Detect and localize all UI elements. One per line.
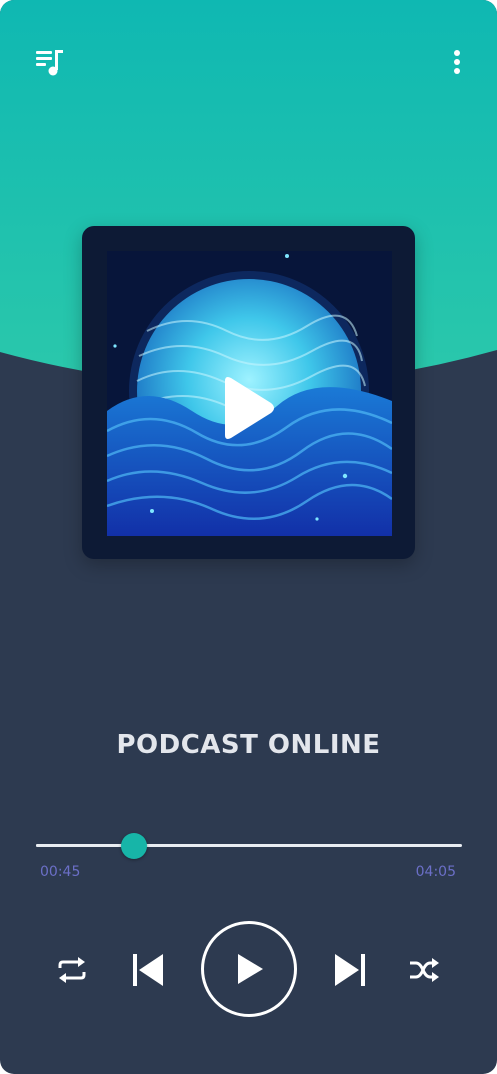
more-vertical-icon: [454, 50, 460, 74]
previous-button[interactable]: [126, 950, 170, 990]
play-pause-button[interactable]: [201, 921, 297, 1017]
shuffle-button[interactable]: [404, 954, 444, 986]
skip-next-icon: [335, 954, 365, 986]
podcast-player-screen: PODCAST ONLINE 00:45 04:05: [0, 0, 497, 1074]
album-cover: [82, 226, 415, 559]
progress-slider[interactable]: [36, 833, 462, 859]
playback-controls: [0, 920, 497, 1020]
shuffle-icon: [410, 958, 439, 982]
cover-play-button[interactable]: [202, 368, 292, 448]
playlist-music-icon: [36, 50, 63, 76]
progress-fill: [36, 844, 134, 847]
total-time: 04:05: [415, 864, 456, 880]
play-icon: [238, 954, 263, 984]
track-title: PODCAST ONLINE: [116, 730, 381, 760]
skip-previous-icon: [133, 954, 163, 986]
more-options-button[interactable]: [440, 44, 474, 80]
repeat-icon: [58, 957, 86, 983]
playlist-button[interactable]: [30, 44, 70, 80]
progress-thumb[interactable]: [121, 833, 147, 859]
next-button[interactable]: [328, 950, 372, 990]
play-icon: [225, 377, 274, 439]
elapsed-time: 00:45: [40, 864, 81, 880]
repeat-button[interactable]: [52, 954, 92, 986]
